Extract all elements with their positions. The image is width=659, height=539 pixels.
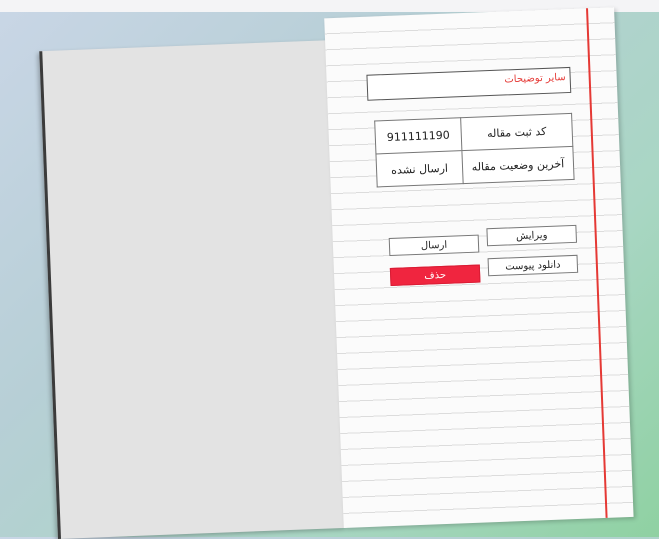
article-code-label: کد ثبت مقاله bbox=[460, 113, 573, 151]
edit-button[interactable]: ویرایش bbox=[486, 224, 578, 247]
notebook-left-page bbox=[39, 40, 347, 539]
download-attachment-button[interactable]: دانلود پیوست bbox=[487, 254, 579, 277]
notebook-right-page: سایر توضیحات کد ثبت مقاله 911111190 آخری… bbox=[324, 7, 634, 528]
article-status-value: ارسال نشده bbox=[375, 150, 464, 187]
notebook: سایر توضیحات کد ثبت مقاله 911111190 آخری… bbox=[38, 7, 637, 539]
article-info-table: کد ثبت مقاله 911111190 آخرین وضعیت مقاله… bbox=[374, 112, 575, 188]
other-descriptions-field[interactable]: سایر توضیحات bbox=[366, 66, 572, 101]
delete-button[interactable]: حذف bbox=[389, 264, 481, 286]
article-code-value: 911111190 bbox=[374, 117, 462, 154]
article-status-label: آخرین وضعیت مقاله bbox=[461, 146, 575, 184]
notebook-margin-line bbox=[586, 8, 608, 518]
table-row: آخرین وضعیت مقاله ارسال نشده bbox=[375, 146, 575, 187]
send-button[interactable]: ارسال bbox=[388, 234, 480, 257]
